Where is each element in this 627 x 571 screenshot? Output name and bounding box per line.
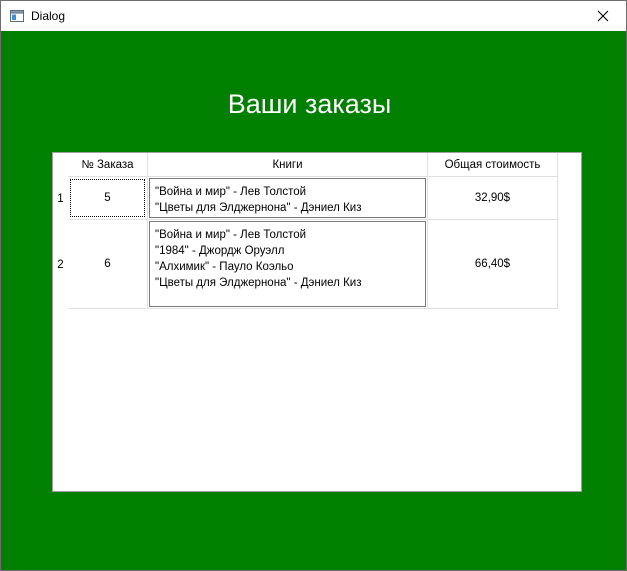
book-line: "1984" - Джордж Оруэлл bbox=[155, 245, 285, 257]
column-header-order-number[interactable]: № Заказа bbox=[68, 153, 148, 177]
corner-header[interactable] bbox=[53, 153, 68, 177]
dialog-window: Dialog Ваши заказы № Заказа Книги Общая … bbox=[0, 0, 627, 571]
books-cell[interactable]: "Война и мир" - Лев Толстой "1984" - Джо… bbox=[148, 220, 428, 309]
book-line: "Алхимик" - Пауло Коэльо bbox=[155, 261, 294, 273]
column-header-total-cost[interactable]: Общая стоимость bbox=[428, 153, 558, 177]
total-cost-cell[interactable]: 66,40$ bbox=[428, 220, 558, 309]
page-title: Ваши заказы bbox=[227, 89, 392, 119]
dialog-content: Ваши заказы № Заказа Книги Общая стоимос… bbox=[1, 31, 626, 570]
book-line: "Цветы для Элджернона" - Дэниел Киз bbox=[155, 202, 362, 214]
order-number-cell[interactable]: 6 bbox=[68, 220, 148, 309]
focus-rectangle bbox=[70, 179, 145, 217]
books-text-box[interactable]: "Война и мир" - Лев Толстой "1984" - Джо… bbox=[149, 221, 426, 307]
order-number-cell[interactable]: 5 bbox=[68, 177, 148, 220]
close-icon bbox=[597, 10, 609, 22]
window-title: Dialog bbox=[31, 9, 66, 23]
book-line: "Война и мир" - Лев Толстой bbox=[155, 229, 307, 241]
total-cost-cell[interactable]: 32,90$ bbox=[428, 177, 558, 220]
row-header-1[interactable]: 1 bbox=[53, 177, 68, 220]
book-line: "Война и мир" - Лев Толстой bbox=[155, 186, 307, 198]
column-header-books[interactable]: Книги bbox=[148, 153, 428, 177]
row-header-2[interactable]: 2 bbox=[53, 220, 68, 309]
close-button[interactable] bbox=[580, 1, 626, 31]
app-window-icon bbox=[10, 10, 24, 22]
title-bar[interactable]: Dialog bbox=[1, 1, 626, 31]
orders-table[interactable]: № Заказа Книги Общая стоимость 1 5 "Войн… bbox=[52, 152, 582, 492]
book-line: "Цветы для Элджернона" - Дэниел Киз bbox=[155, 277, 362, 289]
books-text-box[interactable]: "Война и мир" - Лев Толстой "Цветы для Э… bbox=[149, 178, 426, 218]
books-cell[interactable]: "Война и мир" - Лев Толстой "Цветы для Э… bbox=[148, 177, 428, 220]
